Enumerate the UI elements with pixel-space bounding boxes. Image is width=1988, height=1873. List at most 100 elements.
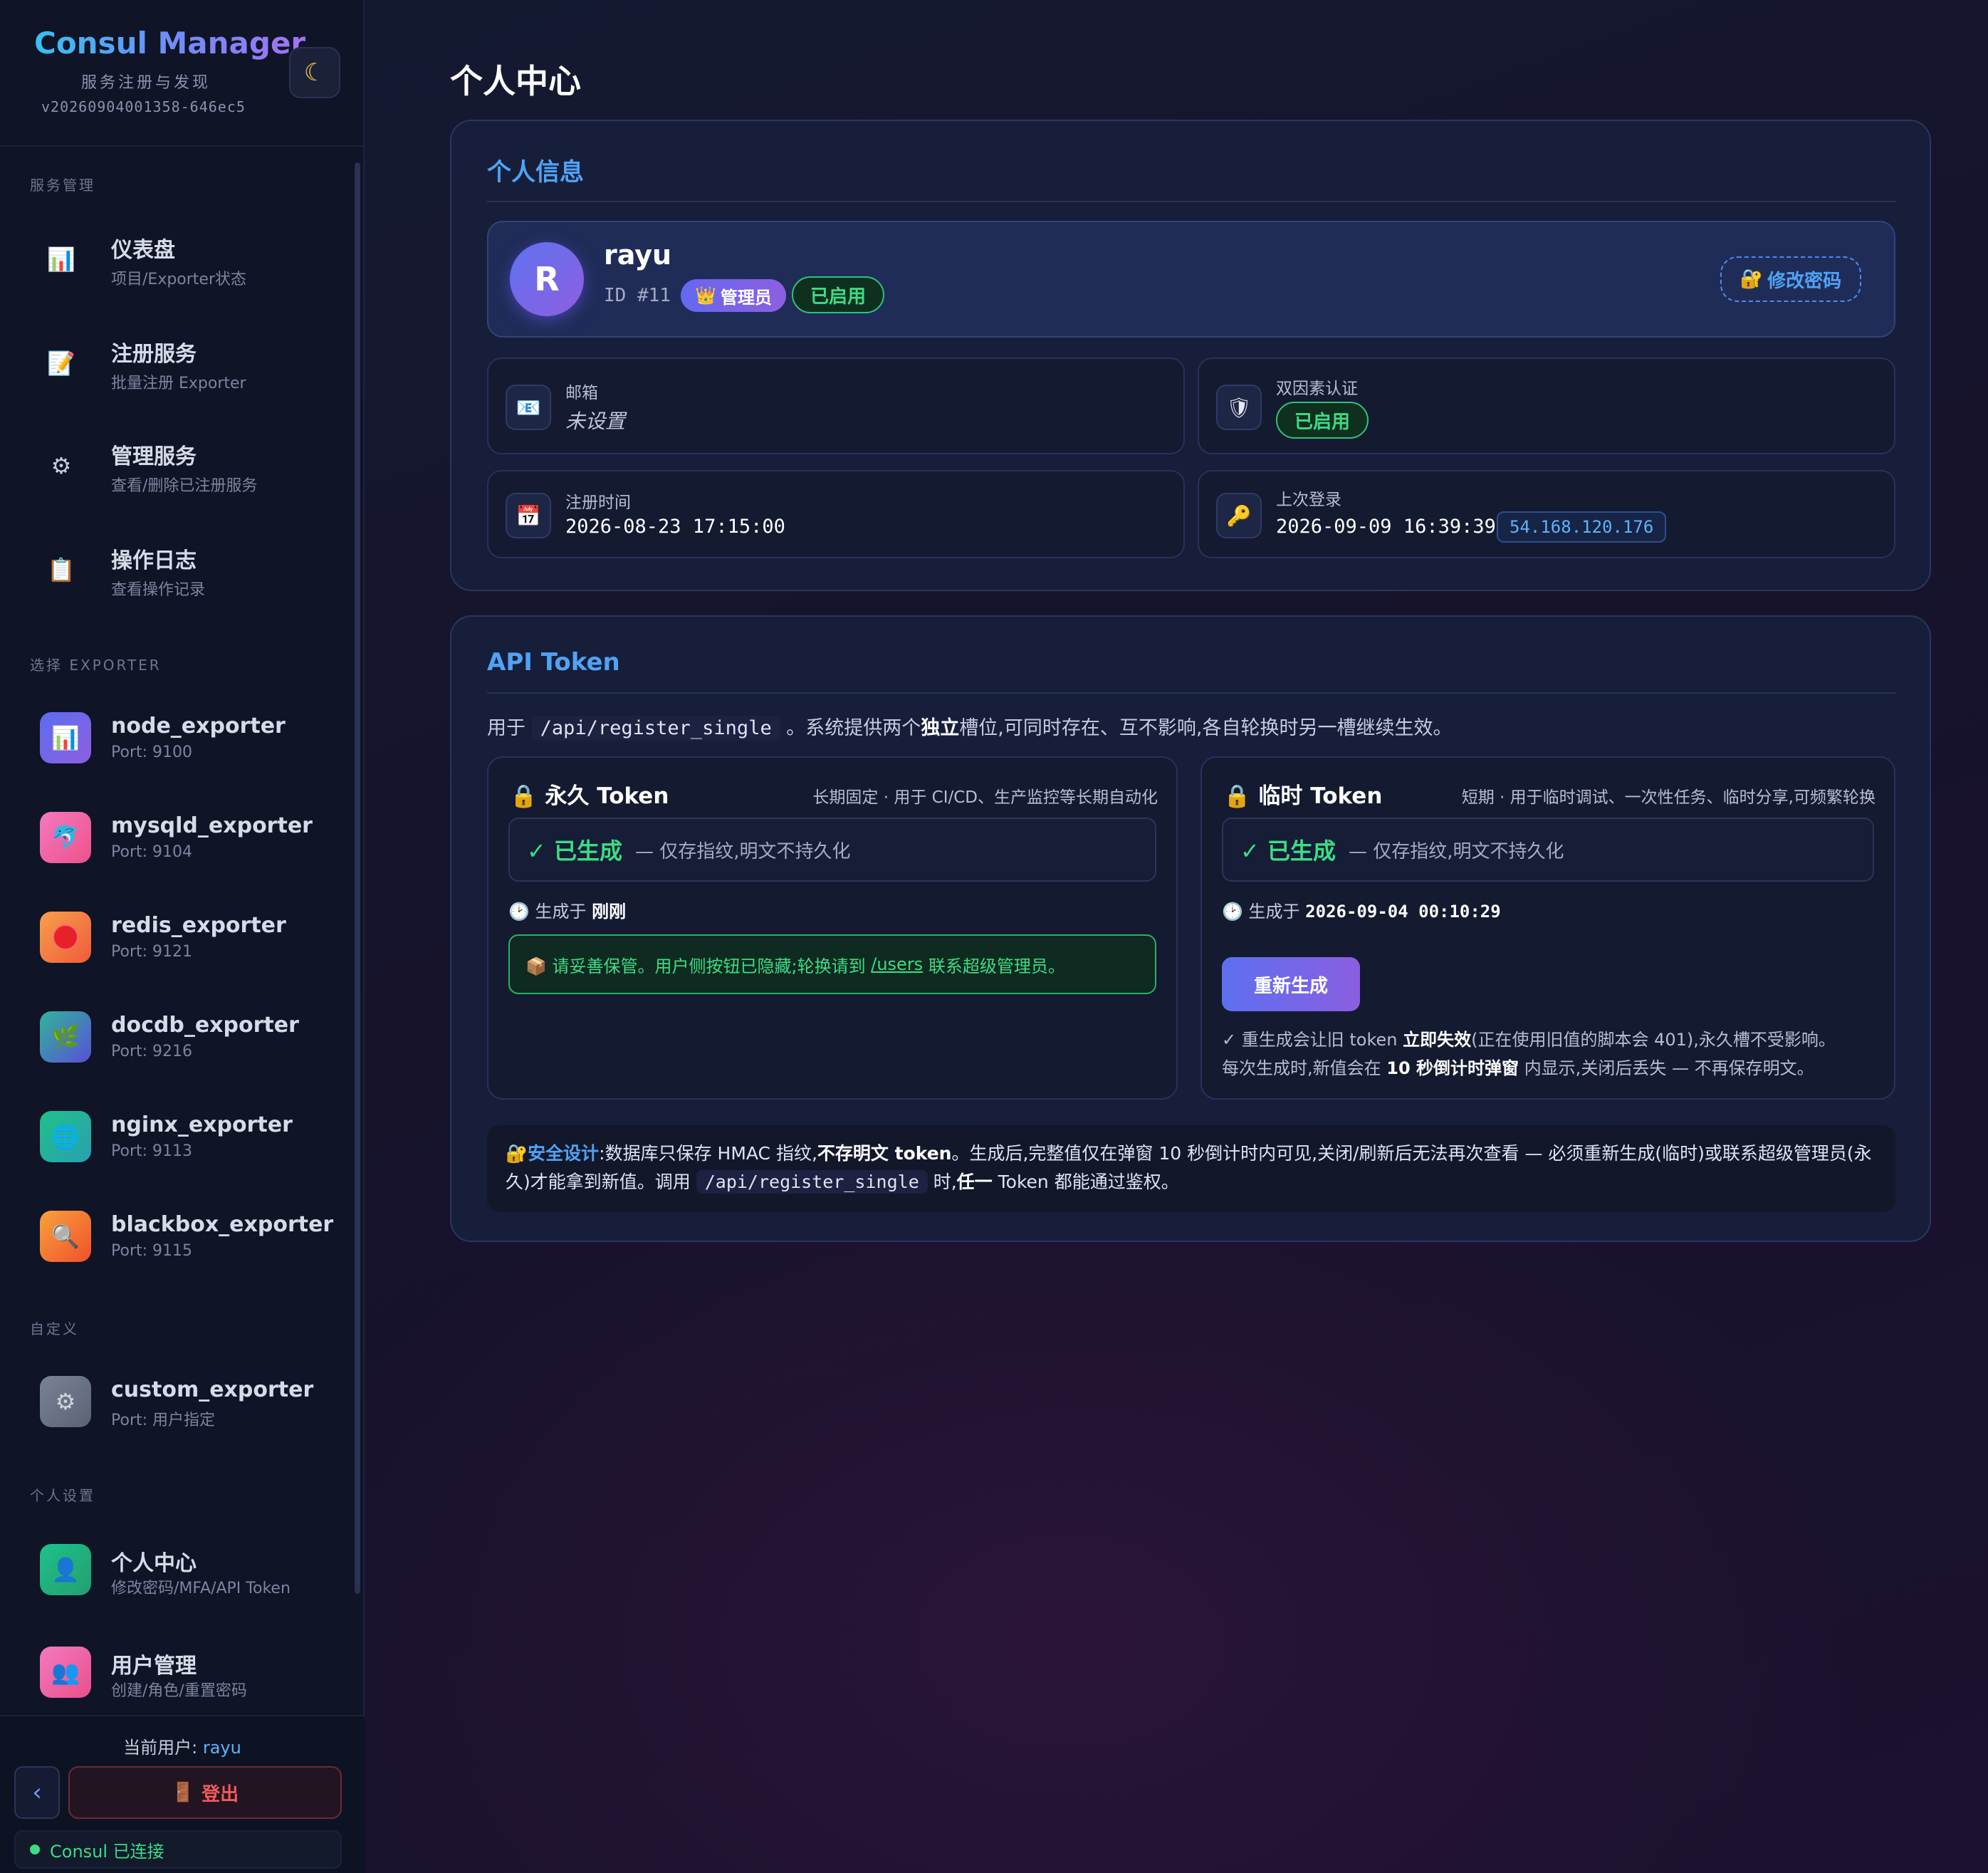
sidebar-item-docdb-exporter[interactable]: 🌿 docdb_exporter Port: 9216 — [28, 998, 342, 1077]
security-bold: 不存明文 token — [817, 1143, 952, 1164]
note-text: 内显示,关闭后丢失 — 不再保存明文。 — [1524, 1058, 1814, 1078]
sidebar-item-redis-exporter[interactable]: redis_exporter Port: 9121 — [28, 899, 342, 977]
sidebar-footer: 当前用户: rayu ‹ 🚪 登出 Consul 已连接 — [0, 1715, 365, 1873]
red-circle-icon — [40, 912, 91, 963]
generated-value: 2026-09-04 00:10:29 — [1305, 902, 1501, 922]
note-bold: 立即失效 — [1403, 1030, 1472, 1050]
api-token-card: API Token 用于 /api/register_single 。系统提供两… — [450, 615, 1931, 1242]
temporary-token-title-text: 临时 Token — [1258, 783, 1383, 809]
temporary-token-status: ✓ 已生成 — 仅存指纹,明文不持久化 — [1222, 818, 1874, 882]
sidebar-item-register[interactable]: 📝 注册服务 批量注册 Exporter — [28, 320, 342, 406]
door-icon: 🚪 — [171, 1782, 195, 1803]
exporter-port: Port: 9216 — [111, 1043, 193, 1060]
sidebar-scrollbar[interactable] — [355, 162, 360, 1594]
temporary-token-title: 🔒 临时 Token — [1223, 778, 1382, 810]
change-password-button[interactable]: 🔐 修改密码 — [1720, 256, 1861, 302]
regenerate-button[interactable]: 重新生成 — [1222, 957, 1360, 1011]
exporter-port: Port: 9113 — [111, 1142, 193, 1160]
note-bold: 10 秒倒计时弹窗 — [1386, 1058, 1519, 1078]
clock-icon: 🕑 — [508, 902, 530, 922]
registered-label: 注册时间 — [565, 494, 631, 512]
desc-bold: 独立 — [921, 717, 960, 739]
app-version: v20260904001358-646ec5 — [41, 98, 246, 115]
logout-button[interactable]: 🚪 登出 — [68, 1766, 342, 1819]
exporter-name: redis_exporter — [111, 913, 286, 938]
role-badge: 👑 管理员 — [681, 279, 786, 312]
permanent-token-panel: 🔒 永久 Token 长期固定 · 用于 CI/CD、生产监控等长期自动化 ✓ … — [487, 756, 1178, 1100]
exporter-name: node_exporter — [111, 714, 286, 739]
email-info: 📧 邮箱 未设置 — [487, 358, 1185, 454]
sidebar-item-desc: 查看操作记录 — [111, 581, 206, 599]
avatar: R — [510, 242, 584, 316]
note-text: ✓ 重生成会让旧 token — [1222, 1030, 1398, 1050]
sidebar-item-manage[interactable]: ⚙ 管理服务 查看/删除已注册服务 — [28, 423, 342, 508]
last-login-info: 🔑 上次登录 2026-09-09 16:39:39 54.168.120.17… — [1198, 470, 1895, 558]
sidebar-item-label: 个人中心 — [111, 1551, 197, 1576]
memo-icon: 📝 — [47, 350, 75, 377]
users-link[interactable]: /users — [871, 954, 923, 974]
globe-icon: 🌐 — [40, 1111, 91, 1162]
mfa-status-badge: 已启用 — [1276, 402, 1369, 439]
collapse-sidebar-button[interactable]: ‹ — [14, 1766, 60, 1819]
permanent-token-title: 🔒 永久 Token — [510, 778, 669, 810]
current-user-name: rayu — [202, 1738, 241, 1758]
permanent-token-title-text: 永久 Token — [545, 783, 669, 809]
gear-icon: ⚙ — [40, 1376, 91, 1427]
permanent-token-status: ✓ 已生成 — 仅存指纹,明文不持久化 — [508, 818, 1156, 882]
status-desc: — 仅存指纹,明文不持久化 — [634, 840, 851, 862]
exporter-port: Port: 9100 — [111, 744, 193, 761]
security-bold: 任一 — [956, 1172, 993, 1192]
temporary-token-note: 短期 · 用于临时调试、一次性任务、临时分享,可频繁轮换 — [1461, 788, 1875, 807]
connection-status-text: Consul 已连接 — [50, 1841, 164, 1862]
endpoint-code: /api/register_single — [696, 1170, 928, 1194]
status-generated: ✓ 已生成 — [1240, 838, 1336, 865]
last-login-label: 上次登录 — [1276, 491, 1341, 509]
sidebar-item-label: 用户管理 — [111, 1654, 197, 1679]
magnifier-icon: 🔍 — [40, 1211, 91, 1262]
brand-header: Consul Manager 服务注册与发现 v20260904001358-6… — [0, 0, 365, 147]
lock-key-icon: 🔐 — [506, 1143, 528, 1164]
email-value: 未设置 — [565, 409, 626, 433]
gear-icon: ⚙ — [51, 452, 72, 479]
permanent-token-generated: 🕑 生成于 刚刚 — [508, 897, 626, 922]
theme-toggle-button[interactable]: ☾ — [289, 47, 340, 98]
security-text: 时, — [933, 1172, 957, 1192]
exporter-name: blackbox_exporter — [111, 1212, 334, 1237]
dolphin-icon: 🐬 — [40, 812, 91, 863]
calendar-icon: 📅 — [506, 493, 551, 538]
sidebar-item-nginx-exporter[interactable]: 🌐 nginx_exporter Port: 9113 — [28, 1098, 342, 1177]
sidebar-item-blackbox-exporter[interactable]: 🔍 blackbox_exporter Port: 9115 — [28, 1198, 342, 1276]
card-title: 个人信息 — [487, 158, 584, 187]
clock-icon: 🕑 — [1222, 902, 1243, 922]
sidebar-item-custom-exporter[interactable]: ⚙ custom_exporter Port: 用户指定 — [28, 1363, 342, 1441]
sidebar-item-desc: 批量注册 Exporter — [111, 375, 246, 392]
chevron-left-icon: ‹ — [32, 1778, 42, 1807]
exporter-port: Port: 9121 — [111, 943, 193, 961]
current-user: 当前用户: rayu — [0, 1733, 365, 1758]
lock-key-icon: 🔐 — [1740, 268, 1764, 290]
app-subtitle: 服务注册与发现 — [81, 74, 211, 92]
sidebar-item-desc: 创建/角色/重置密码 — [111, 1682, 247, 1700]
sidebar-item-desc: 查看/删除已注册服务 — [111, 477, 258, 495]
sidebar-item-profile[interactable]: 👤 个人中心 修改密码/MFA/API Token — [28, 1531, 342, 1609]
sidebar-item-node-exporter[interactable]: 📊 node_exporter Port: 9100 — [28, 699, 342, 778]
key-icon: 🔑 — [1216, 493, 1262, 538]
sidebar-item-label: 操作日志 — [111, 548, 197, 573]
api-token-description: 用于 /api/register_single 。系统提供两个独立槽位,可同时存… — [487, 712, 1452, 741]
sidebar-item-logs[interactable]: 📋 操作日志 查看操作记录 — [28, 527, 342, 612]
sidebar-item-user-management[interactable]: 👥 用户管理 创建/角色/重置密码 — [28, 1634, 342, 1712]
section-label-exporter: 选择 EXPORTER — [30, 657, 162, 674]
last-login-ip: 54.168.120.176 — [1497, 511, 1667, 543]
sidebar-item-desc: 项目/Exporter状态 — [111, 271, 247, 288]
exporter-name: mysqld_exporter — [111, 813, 313, 838]
user-id: ID #11 — [604, 285, 671, 306]
temporary-token-generated: 🕑 生成于 2026-09-04 00:10:29 — [1222, 897, 1501, 922]
app-title: Consul Manager — [34, 26, 306, 61]
sidebar-item-mysqld-exporter[interactable]: 🐬 mysqld_exporter Port: 9104 — [28, 799, 342, 877]
current-user-label: 当前用户: — [123, 1738, 198, 1758]
mfa-label: 双因素认证 — [1276, 380, 1358, 398]
email-label: 邮箱 — [565, 384, 598, 402]
sidebar-item-dashboard[interactable]: 📊 仪表盘 项目/Exporter状态 — [28, 216, 342, 302]
change-password-label: 修改密码 — [1767, 270, 1842, 292]
sidebar-item-label: 仪表盘 — [111, 238, 175, 263]
